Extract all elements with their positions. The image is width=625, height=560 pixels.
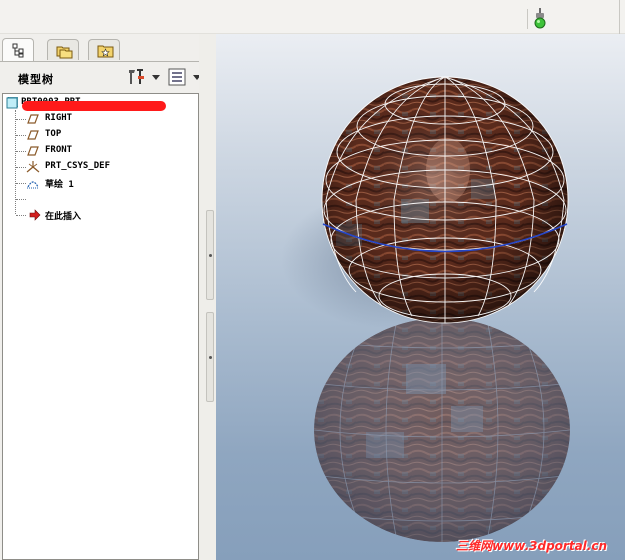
datum-plane-icon — [27, 146, 39, 156]
tree-connector — [16, 167, 26, 168]
tree-connector — [16, 135, 26, 136]
toolbar-separator — [619, 0, 620, 34]
folder-browser-icon — [56, 46, 73, 59]
tree-item-label: 草绘 1 — [45, 180, 74, 190]
grip-dot — [209, 356, 212, 359]
tree-connector — [16, 215, 26, 216]
part-icon — [6, 97, 18, 109]
green-status-light-icon — [534, 8, 546, 29]
insert-here-arrow-icon — [29, 209, 41, 221]
toolbar-separator — [527, 9, 528, 29]
tree-item-insert-here[interactable]: 在此插入 — [3, 208, 198, 222]
tree-connector — [16, 199, 26, 200]
tree-item-redacted[interactable] — [3, 192, 198, 206]
tree-item-label: FRONT — [45, 145, 73, 155]
tab-folder-browser[interactable] — [47, 39, 79, 60]
sphere-model-render — [281, 76, 570, 542]
tree-settings-button[interactable] — [126, 67, 160, 87]
tree-connector — [16, 151, 26, 152]
tree-item-front[interactable]: FRONT — [3, 144, 198, 158]
model-tree: PRT0003.PRT RIGHT TOP FRONT — [2, 93, 199, 560]
navigator-panel: 模型树 PRT0003.PRT — [0, 34, 215, 560]
watermark-text: 三维网www.3dportal.cn — [456, 539, 607, 553]
grip-dot — [209, 254, 212, 257]
chevron-down-icon — [152, 75, 160, 80]
tab-favorites[interactable] — [88, 39, 120, 60]
splitter-grip[interactable] — [206, 210, 214, 300]
redaction-mark — [22, 101, 166, 111]
tree-item-right[interactable]: RIGHT — [3, 112, 198, 126]
tree-item-label: PRT_CSYS_DEF — [45, 161, 111, 171]
coordinate-system-icon — [26, 161, 40, 173]
tree-item-csys[interactable]: PRT_CSYS_DEF — [3, 160, 198, 174]
tab-model-tree[interactable] — [2, 38, 34, 61]
sketch-icon — [27, 181, 39, 189]
tree-connector — [16, 119, 26, 120]
tree-connector — [16, 183, 26, 184]
model-tree-icon — [12, 43, 24, 58]
navigator-tabs — [0, 36, 215, 62]
tree-settings-icon — [129, 69, 144, 84]
model-tree-title: 模型树 — [18, 73, 54, 86]
datum-plane-icon — [27, 114, 39, 124]
graphics-viewport[interactable]: 三维网www.3dportal.cn — [216, 34, 625, 560]
tree-item-label: TOP — [45, 129, 62, 139]
panel-splitter[interactable] — [199, 34, 216, 560]
model-tree-header: 模型树 — [0, 62, 210, 90]
favorites-icon — [97, 45, 114, 58]
top-toolbar — [0, 0, 625, 34]
tree-item-top[interactable]: TOP — [3, 128, 198, 142]
tree-item-sketch[interactable]: 草绘 1 — [3, 176, 198, 190]
tree-show-button[interactable] — [167, 67, 201, 87]
tree-item-label: RIGHT — [45, 113, 73, 123]
datum-plane-icon — [27, 130, 39, 140]
tree-show-icon — [168, 68, 186, 86]
splitter-grip[interactable] — [206, 312, 214, 402]
tree-item-label: 在此插入 — [45, 212, 82, 222]
